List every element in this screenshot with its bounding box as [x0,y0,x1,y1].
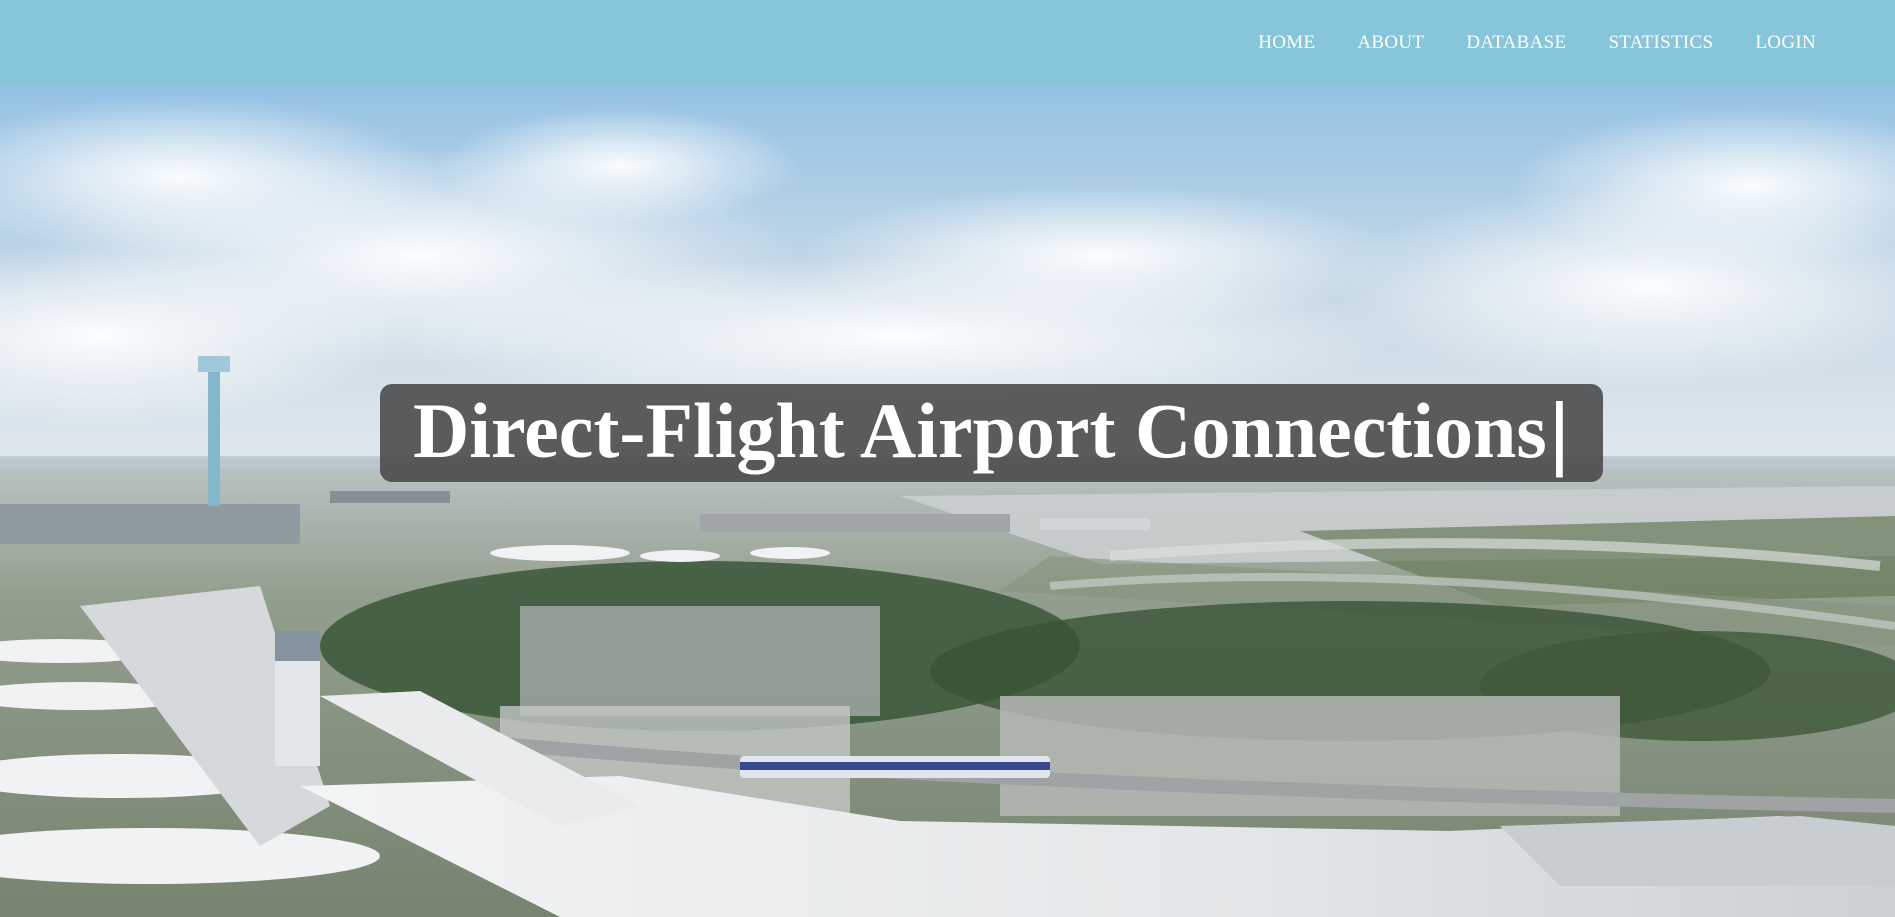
nav-item-home: HOME [1258,32,1315,54]
nav-link-statistics[interactable]: STATISTICS [1608,32,1713,53]
nav-item-about: ABOUT [1357,32,1424,54]
nav-menu: HOME ABOUT DATABASE STATISTICS LOGIN [1258,0,1816,86]
nav-item-database: DATABASE [1466,32,1566,54]
airport-aerial-image [0,86,1895,917]
nav-link-about[interactable]: ABOUT [1357,32,1424,53]
nav-item-statistics: STATISTICS [1608,32,1713,54]
top-navbar: HOME ABOUT DATABASE STATISTICS LOGIN [0,0,1895,86]
hero-title: Direct-Flight Airport Connections [412,387,1547,474]
hero-title-box: Direct-Flight Airport Connections | [380,384,1603,482]
nav-link-database[interactable]: DATABASE [1466,32,1566,53]
nav-link-home[interactable]: HOME [1258,32,1315,53]
hero-section: Direct-Flight Airport Connections | [0,86,1895,917]
nav-link-login[interactable]: LOGIN [1755,32,1816,53]
typing-cursor: | [1548,387,1571,478]
nav-item-login: LOGIN [1755,32,1816,54]
